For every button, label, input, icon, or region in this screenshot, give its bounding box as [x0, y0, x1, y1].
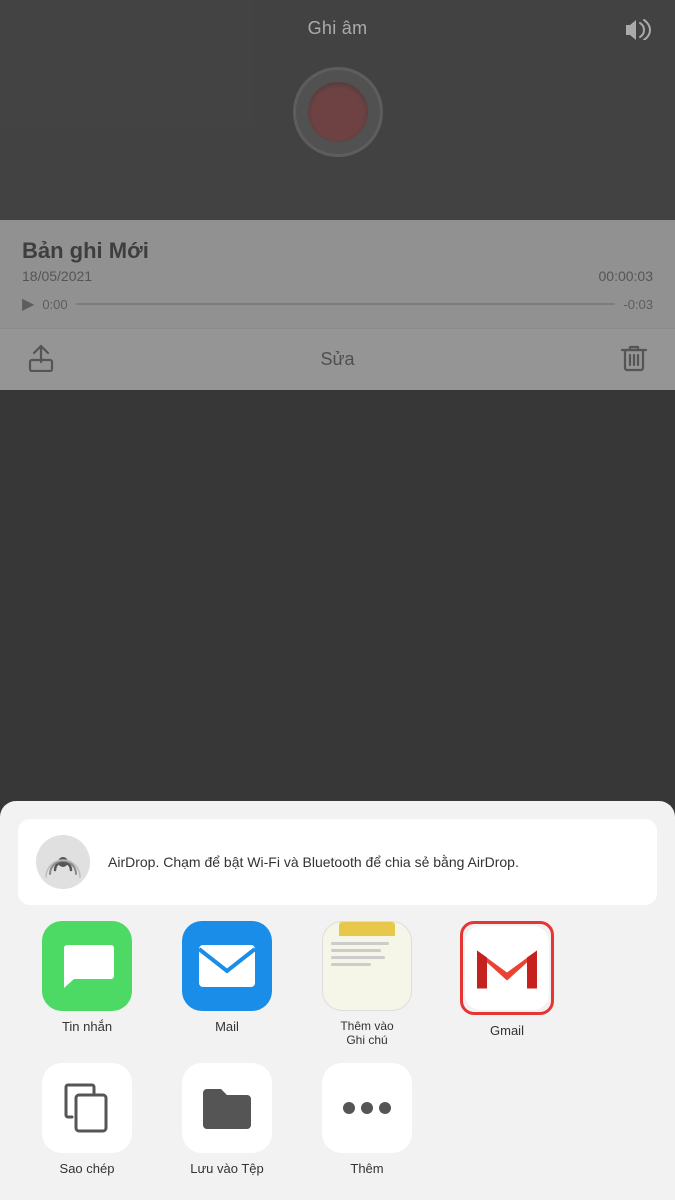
- airdrop-option[interactable]: AirDrop. Chạm để bật Wi-Fi và Bluetooth …: [18, 819, 657, 905]
- messages-icon: [42, 921, 132, 1011]
- more-action-icon: [322, 1063, 412, 1153]
- share-sheet: AirDrop. Chạm để bật Wi-Fi và Bluetooth …: [0, 801, 675, 1200]
- notes-label: Thêm vào Ghi chú: [340, 1019, 393, 1047]
- action-more[interactable]: Thêm: [302, 1063, 432, 1176]
- apps-row: Tin nhắn Mail: [18, 921, 657, 1047]
- folder-action-icon: [182, 1063, 272, 1153]
- airdrop-icon: [36, 835, 90, 889]
- messages-label: Tin nhắn: [62, 1019, 112, 1034]
- airdrop-description: AirDrop. Chạm để bật Wi-Fi và Bluetooth …: [108, 852, 639, 872]
- notes-icon: [322, 921, 412, 1011]
- share-sheet-overlay: AirDrop. Chạm để bật Wi-Fi và Bluetooth …: [0, 0, 675, 1200]
- app-mail[interactable]: Mail: [162, 921, 292, 1047]
- save-files-label: Lưu vào Tệp: [190, 1161, 264, 1176]
- action-save-files[interactable]: Lưu vào Tệp: [162, 1063, 292, 1176]
- gmail-label: Gmail: [490, 1023, 524, 1038]
- app-notes[interactable]: Thêm vào Ghi chú: [302, 921, 432, 1047]
- actions-row: Sao chép Lưu vào Tệp: [18, 1063, 657, 1176]
- gmail-highlight-border: [460, 921, 554, 1015]
- mail-icon: [182, 921, 272, 1011]
- app-gmail[interactable]: Gmail: [442, 921, 572, 1047]
- mail-label: Mail: [215, 1019, 239, 1034]
- gmail-icon: [465, 926, 549, 1010]
- more-label: Thêm: [350, 1161, 383, 1176]
- copy-action-icon: [42, 1063, 132, 1153]
- app-messages[interactable]: Tin nhắn: [22, 921, 152, 1047]
- copy-label: Sao chép: [60, 1161, 115, 1176]
- action-copy[interactable]: Sao chép: [22, 1063, 152, 1176]
